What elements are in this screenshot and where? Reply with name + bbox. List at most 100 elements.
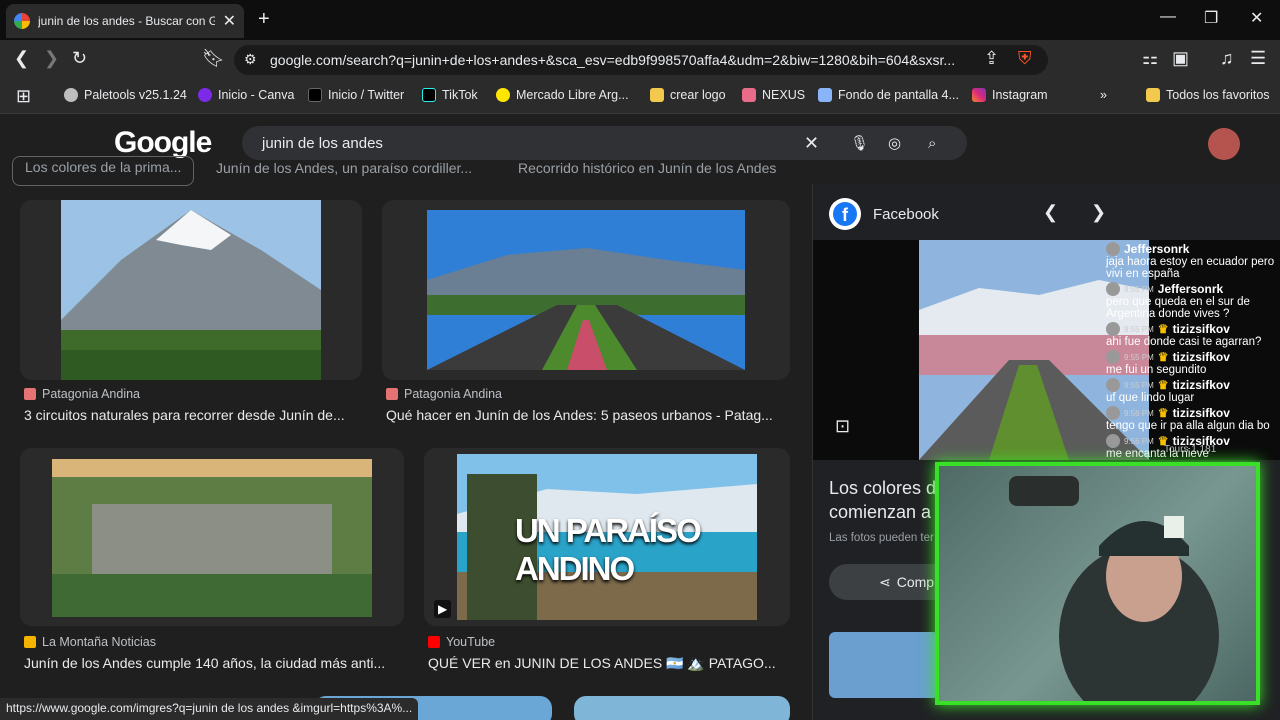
source-favicon-icon <box>386 388 398 400</box>
instagram-icon <box>972 88 986 102</box>
crown-icon: ♛ <box>1157 350 1169 364</box>
related-thumbnail[interactable] <box>829 632 939 698</box>
avatar <box>1106 406 1120 420</box>
play-icon: ▶ <box>434 600 452 618</box>
source-favicon-icon <box>24 388 36 400</box>
canva-icon <box>198 88 212 102</box>
tab-close-icon[interactable]: ✕ <box>223 11 236 31</box>
source-favicon-icon <box>24 636 36 648</box>
wallpaper-icon <box>818 88 832 102</box>
restore-icon[interactable]: ❐ <box>1204 8 1218 28</box>
nexus-icon <box>742 88 756 102</box>
image-counter: Tours 1.181 <box>1164 444 1217 455</box>
more-bookmarks-icon[interactable]: » <box>1100 88 1107 102</box>
thumbnail-overlay-text: UN PARAÍSO ANDINO <box>515 512 702 587</box>
bookmark-item[interactable]: Paletools v25.1.24 <box>64 88 187 102</box>
twitter-icon <box>308 88 322 102</box>
avenue-image <box>427 210 745 370</box>
webcam-overlay <box>935 462 1260 705</box>
site-settings-icon[interactable]: ⚙ <box>244 51 257 68</box>
search-box[interactable]: junin de los andes ✕ 🎙︎ ◎ ⌕ <box>242 126 967 160</box>
url-text: google.com/search?q=junin+de+los+andes+&… <box>270 52 956 68</box>
new-tab-icon[interactable]: + <box>258 8 270 31</box>
image-result-card[interactable] <box>382 200 790 380</box>
brave-shield-icon[interactable]: ⛨ <box>1018 48 1032 69</box>
reload-icon[interactable]: ↻ <box>72 48 87 69</box>
chip[interactable]: Los colores de la prima... <box>12 156 195 186</box>
crown-icon: ♛ <box>1157 378 1169 392</box>
mountain-image <box>61 200 321 380</box>
result-source: YouTube <box>428 635 495 649</box>
bookmark-item[interactable]: Fondo de pantalla 4... <box>818 88 959 102</box>
browser-tab[interactable]: junin de los andes - Buscar con G ✕ <box>6 4 244 38</box>
share-icon[interactable]: ⇪ <box>984 48 999 69</box>
image-result-card[interactable] <box>574 696 790 720</box>
video-thumbnail-image: UN PARAÍSO ANDINO <box>457 454 757 620</box>
chat-message: 9:55 PM ♛ tizizsifkov uf que lindo lugar <box>1106 378 1230 404</box>
bookmark-item[interactable]: Inicio - Canva <box>198 88 294 102</box>
town-aerial-image <box>52 459 372 617</box>
microphone-icon[interactable]: 🎙︎ <box>850 134 869 152</box>
panel-source[interactable]: f Facebook <box>829 198 939 230</box>
chat-message: 9:56 PM ♛ tizizsifkov tengo que ir pa alla… <box>1106 406 1270 432</box>
window-close-icon[interactable]: ✕ <box>1250 8 1263 28</box>
result-title[interactable]: 3 circuitos naturales para recorrer desd… <box>24 407 364 423</box>
google-favicon-icon <box>14 13 30 29</box>
panel-subtitle: Las fotos pueden ter <box>829 532 934 544</box>
chat-message: 9:55 PM ♛ tizizsifkov me fui un segundito <box>1106 350 1230 376</box>
bookmark-item[interactable]: Inicio / Twitter <box>308 88 404 102</box>
all-bookmarks-folder[interactable]: Todos los favoritos <box>1146 88 1270 102</box>
mercadolibre-icon <box>496 88 510 102</box>
bookmark-item[interactable]: crear logo <box>650 88 726 102</box>
lens-search-icon[interactable]: ⊡ <box>835 416 850 437</box>
result-title[interactable]: Qué hacer en Junín de los Andes: 5 paseo… <box>386 407 790 423</box>
bookmark-item[interactable]: Instagram <box>972 88 1048 102</box>
profile-avatar[interactable] <box>1208 128 1240 160</box>
bookmarks-bar: ⊞ Paletools v25.1.24 Inicio - Canva Inic… <box>0 80 1280 114</box>
lens-icon[interactable]: ◎ <box>888 134 901 152</box>
apps-grid-icon[interactable]: ⊞ <box>16 86 31 107</box>
crown-icon: ♛ <box>1157 406 1169 420</box>
chat-message: 9:55 PM Jeffersonrk pero que queda en el … <box>1106 282 1250 320</box>
forward-icon[interactable]: ❯ <box>44 48 59 69</box>
share-icon: ⋖ <box>879 573 891 590</box>
extensions-icon[interactable]: ⚏ <box>1142 48 1158 69</box>
clear-search-icon[interactable]: ✕ <box>804 133 819 154</box>
tab-title: junin de los andes - Buscar con G <box>38 14 215 28</box>
reader-icon[interactable]: ▣ <box>1172 48 1189 69</box>
avatar <box>1106 350 1120 364</box>
avatar <box>1106 434 1120 448</box>
google-logo[interactable]: Google <box>114 126 212 160</box>
status-bar: https://www.google.com/imgres?q=junin de… <box>0 698 419 720</box>
facebook-icon: f <box>829 198 861 230</box>
panel-title[interactable]: Los colores d comienzan a <box>829 476 936 524</box>
result-source: Patagonia Andina <box>24 387 140 401</box>
result-source: La Montaña Noticias <box>24 635 156 649</box>
tab-bar: junin de los andes - Buscar con G ✕ + — … <box>0 0 1280 40</box>
back-icon[interactable]: ❮ <box>14 48 29 69</box>
chip[interactable]: Junín de los Andes, un paraíso cordiller… <box>216 160 472 176</box>
prev-image-icon[interactable]: ❮ <box>1043 202 1058 223</box>
crown-icon: ♛ <box>1157 322 1169 336</box>
bookmark-item[interactable]: TikTok <box>422 88 478 102</box>
chat-message: 9:55 PM ♛ tizizsifkov ahi fue donde casi t… <box>1106 322 1262 348</box>
image-result-card[interactable]: UN PARAÍSO ANDINO ▶ <box>424 448 790 626</box>
chip[interactable]: Recorrido histórico en Junín de los Ande… <box>518 160 776 176</box>
bookmark-item[interactable]: NEXUS <box>742 88 805 102</box>
youtube-favicon-icon <box>428 636 440 648</box>
search-query: junin de los andes <box>262 134 383 152</box>
result-title[interactable]: Junín de los Andes cumple 140 años, la c… <box>24 655 404 671</box>
image-result-card[interactable] <box>20 200 362 380</box>
image-result-card[interactable] <box>20 448 404 626</box>
minimize-icon[interactable]: — <box>1160 8 1176 26</box>
tiktok-icon <box>422 88 436 102</box>
search-icon[interactable]: ⌕ <box>928 135 936 152</box>
media-icon[interactable]: ♫ <box>1220 48 1234 69</box>
avatar <box>1106 322 1120 336</box>
bookmark-icon[interactable]: 🔖︎ <box>202 48 225 69</box>
next-image-icon[interactable]: ❯ <box>1091 202 1106 223</box>
result-title[interactable]: QUÉ VER en JUNIN DE LOS ANDES 🇦🇷 🏔️ PATA… <box>428 655 790 672</box>
menu-icon[interactable]: ☰ <box>1250 48 1266 69</box>
address-bar[interactable]: google.com/search?q=junin+de+los+andes+&… <box>234 45 1048 75</box>
bookmark-item[interactable]: Mercado Libre Arg... <box>496 88 629 102</box>
